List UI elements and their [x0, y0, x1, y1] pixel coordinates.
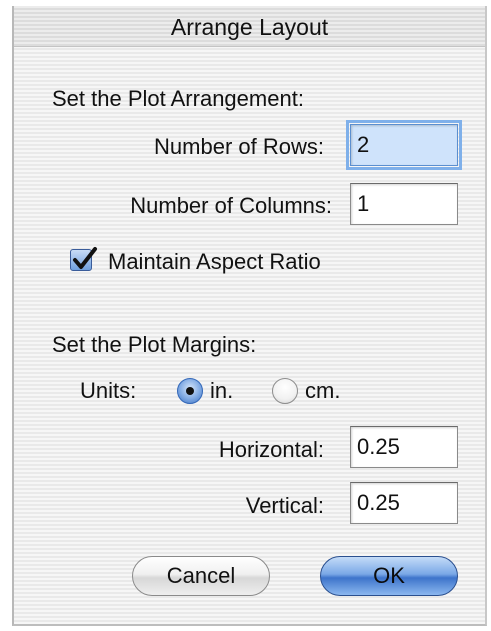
unit-cm-label[interactable]: cm.	[305, 378, 340, 404]
cancel-button[interactable]: Cancel	[132, 556, 270, 596]
columns-field[interactable]: 1	[350, 183, 458, 225]
units-label: Units:	[80, 378, 137, 403]
checkmark-icon	[73, 247, 97, 269]
horizontal-margin-field[interactable]: 0.25	[350, 426, 458, 468]
rows-label: Number of Rows:	[154, 134, 324, 159]
rows-field[interactable]: 2	[346, 120, 462, 170]
arrange-layout-dialog: Arrange Layout Set the Plot Arrangement:…	[12, 6, 487, 626]
unit-in-radio[interactable]	[177, 378, 203, 404]
margins-heading: Set the Plot Margins:	[52, 332, 257, 357]
unit-in-label[interactable]: in.	[210, 378, 233, 404]
maintain-aspect-label[interactable]: Maintain Aspect Ratio	[108, 249, 321, 275]
vertical-label: Vertical:	[245, 493, 324, 518]
ok-button[interactable]: OK	[320, 556, 458, 596]
dialog-title: Arrange Layout	[170, 14, 329, 40]
title-bar[interactable]: Arrange Layout	[14, 6, 485, 47]
horizontal-label: Horizontal:	[218, 437, 324, 462]
columns-label: Number of Columns:	[130, 193, 332, 218]
radio-selected-dot-icon	[186, 387, 194, 395]
unit-cm-radio[interactable]	[272, 378, 298, 404]
arrangement-heading: Set the Plot Arrangement:	[52, 86, 304, 111]
maintain-aspect-checkbox[interactable]	[70, 247, 97, 271]
vertical-margin-field[interactable]: 0.25	[350, 482, 458, 524]
